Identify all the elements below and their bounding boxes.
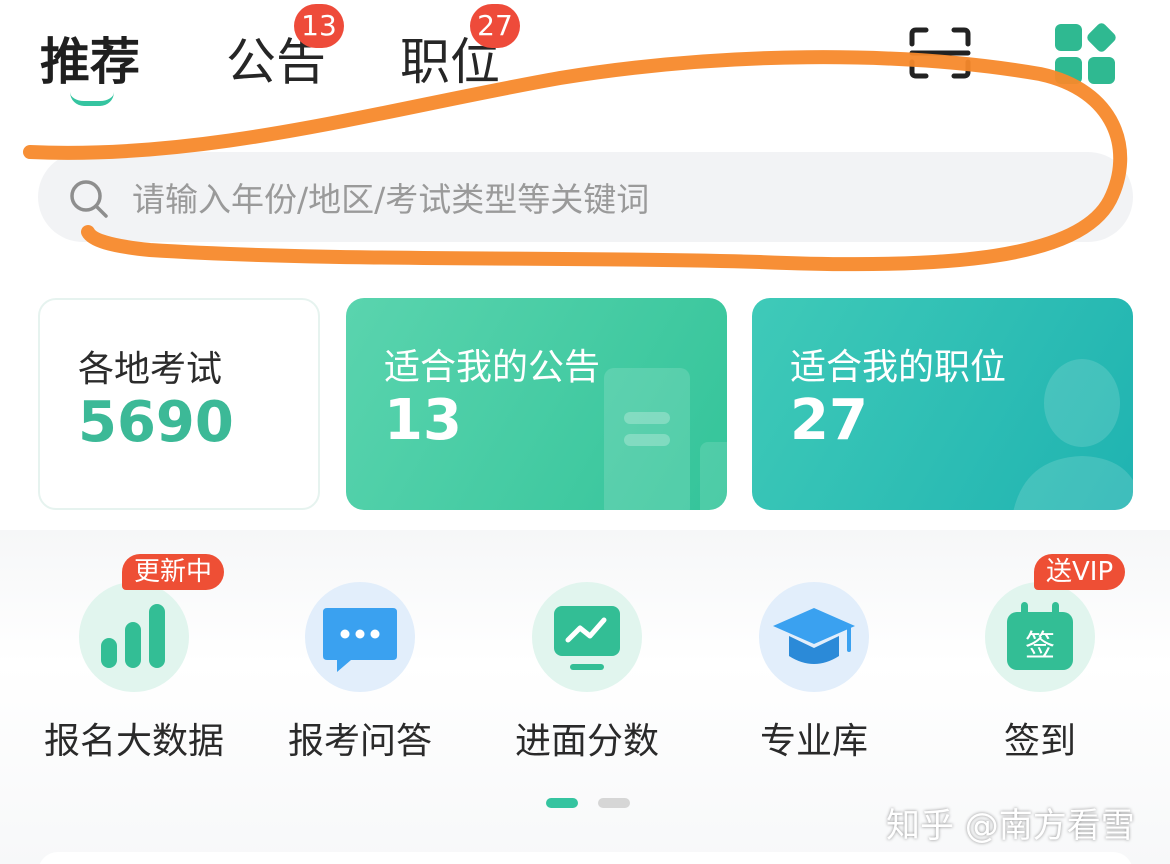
- vip-gift-tag: 送VIP: [1034, 554, 1126, 590]
- sign-glyph: 签: [1025, 629, 1055, 664]
- card-count: 27: [790, 388, 868, 453]
- calendar-sign-icon: 签: [1007, 602, 1073, 670]
- my-announcements-card[interactable]: 适合我的公告 13: [346, 298, 727, 510]
- tool-label: 报名大数据: [43, 721, 224, 762]
- tool-registration-data[interactable]: 报名大数据: [34, 580, 234, 770]
- card-title: 适合我的公告: [384, 347, 601, 388]
- document-icon: [604, 368, 727, 510]
- search-icon: [70, 180, 108, 218]
- bottom-card: [38, 852, 1133, 864]
- tool-icon-bg: [759, 582, 869, 692]
- card-title: 适合我的职位: [790, 347, 1007, 388]
- tool-sign-in[interactable]: 签 签到: [940, 580, 1140, 770]
- bar-chart-icon: [101, 604, 165, 668]
- my-positions-card[interactable]: 适合我的职位 27: [752, 298, 1133, 510]
- tool-label: 专业库: [759, 721, 868, 762]
- tool-label: 签到: [1003, 721, 1076, 762]
- positions-badge: 27: [470, 4, 520, 48]
- scan-icon[interactable]: [908, 26, 972, 80]
- tool-icon-bg: [305, 582, 415, 692]
- updating-tag: 更新中: [122, 554, 225, 590]
- tool-icon-bg: [79, 582, 189, 692]
- search-input[interactable]: [132, 170, 1032, 228]
- graduation-cap-icon: [773, 608, 855, 664]
- tool-exam-qa[interactable]: 报考问答: [260, 580, 460, 770]
- tool-icon-bg: [532, 582, 642, 692]
- person-icon: [1013, 359, 1133, 510]
- card-title: 各地考试: [78, 349, 223, 390]
- tool-label: 报考问答: [287, 721, 432, 762]
- chat-bubble-icon: [323, 608, 397, 672]
- pager-dot-active[interactable]: [546, 798, 578, 808]
- announcements-badge: 13: [294, 4, 344, 48]
- tool-interview-scores[interactable]: 进面分数: [487, 580, 687, 770]
- trend-monitor-icon: [554, 606, 620, 670]
- tool-icon-bg: 签: [985, 582, 1095, 692]
- card-count: 5690: [78, 390, 234, 455]
- card-count: 13: [384, 388, 462, 453]
- tool-major-library[interactable]: 专业库: [714, 580, 914, 770]
- tool-label: 进面分数: [514, 721, 659, 762]
- local-exams-card[interactable]: 各地考试 5690: [38, 298, 320, 510]
- pager-dot[interactable]: [598, 798, 630, 808]
- watermark: 知乎 @南方看雪: [886, 806, 1135, 846]
- apps-grid-icon[interactable]: [1053, 22, 1117, 86]
- tab-recommend[interactable]: 推荐: [40, 22, 140, 94]
